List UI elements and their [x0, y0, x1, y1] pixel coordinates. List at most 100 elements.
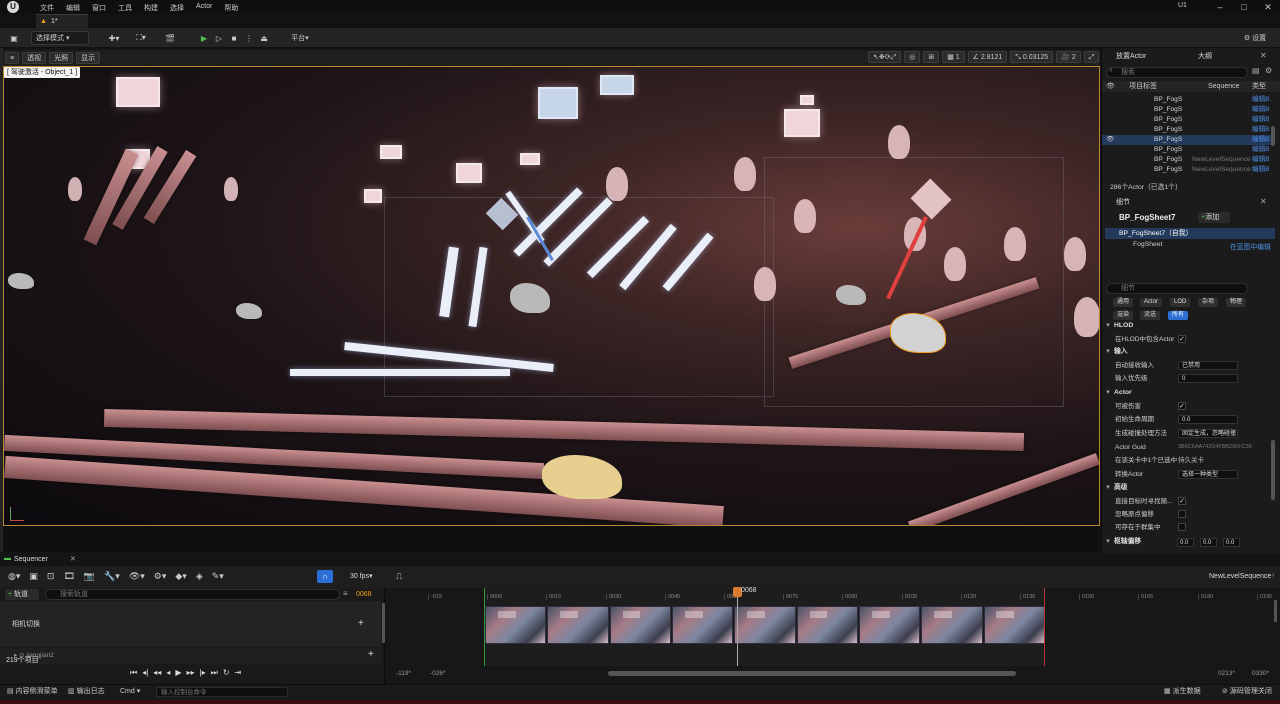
cinematics-icon[interactable]: 🎬: [160, 31, 180, 45]
column-type[interactable]: 类型: [1252, 81, 1266, 92]
viewport-menu-icon[interactable]: ≡: [5, 52, 20, 64]
menu-help[interactable]: 帮助: [218, 0, 244, 14]
list-item[interactable]: BP_FogS 编辑B: [1102, 95, 1272, 105]
view-icon[interactable]: 👁▾: [129, 571, 145, 582]
checkbox[interactable]: ✓: [1178, 402, 1186, 410]
source-control-button[interactable]: ⊘ 源码管理关闭: [1218, 686, 1272, 698]
launch-options-icon[interactable]: ⋮: [243, 31, 255, 45]
camera-speed[interactable]: 🎥 2: [1056, 51, 1081, 63]
column-label[interactable]: 项目标签: [1129, 81, 1157, 92]
light-bulb[interactable]: [888, 125, 910, 159]
play-icon[interactable]: ▶: [198, 31, 210, 45]
auto-input-dropdown[interactable]: 已禁用: [1178, 361, 1238, 370]
filter-misc[interactable]: 杂项: [1198, 298, 1219, 307]
snap-icon[interactable]: ∩: [317, 570, 333, 583]
light-bulb[interactable]: [1074, 297, 1099, 337]
eject-icon[interactable]: ⏏: [258, 31, 270, 45]
working-range-end[interactable]: 0213*: [1218, 670, 1235, 677]
playback-options-icon[interactable]: ⚙▾: [154, 571, 167, 582]
floor-beam[interactable]: [907, 453, 1099, 525]
menu-tools[interactable]: 工具: [112, 0, 138, 14]
section-advanced[interactable]: ▾ 高级: [1102, 482, 1272, 494]
platforms-dropdown[interactable]: 平台 ▾: [283, 31, 317, 45]
world-local-icon[interactable]: ◎: [904, 51, 921, 63]
playback-start-marker[interactable]: [484, 588, 485, 666]
perspective-button[interactable]: 透视: [22, 52, 47, 64]
settings-button[interactable]: ⚙ 设置: [1236, 31, 1274, 45]
scale-snap[interactable]: ⤡ 0.03125: [1010, 51, 1054, 63]
view-range-start[interactable]: -119*: [396, 670, 411, 677]
fog-sheet-actor[interactable]: [542, 455, 622, 499]
menu-build[interactable]: 构建: [138, 0, 164, 14]
lamp-panel[interactable]: [520, 153, 540, 165]
console-command-input[interactable]: 输入控制台命令: [156, 687, 288, 697]
light-bulb[interactable]: [224, 177, 238, 201]
tab-outliner[interactable]: 大纲: [1184, 51, 1212, 63]
frame-rate-dropdown[interactable]: 30 fps▾: [350, 572, 373, 580]
column-sequence[interactable]: Sequence: [1208, 81, 1240, 92]
select-mode-dropdown[interactable]: 选择模式 ▾: [31, 31, 89, 45]
convert-actor-dropdown[interactable]: 选择一种类型: [1178, 470, 1238, 479]
close-tab-icon[interactable]: ✕: [1260, 51, 1267, 60]
fog-sheet-actor[interactable]: [236, 303, 262, 319]
previous-key-icon[interactable]: ◂|: [142, 668, 148, 680]
view-range-end[interactable]: 0330*: [1252, 670, 1269, 677]
select-tool-icon[interactable]: ↖✥⟳⤢: [868, 51, 902, 63]
add-content-icon[interactable]: ✚▾: [104, 31, 124, 45]
save-icon[interactable]: ▣: [29, 571, 38, 582]
jump-to-end-icon[interactable]: ⏭: [211, 668, 218, 680]
section-hlod[interactable]: ▾ HLOD: [1102, 320, 1272, 332]
filter-physics[interactable]: 物理: [1226, 298, 1247, 307]
lamp-panel[interactable]: [380, 145, 402, 159]
derived-data-button[interactable]: ▦ 派生数据: [1160, 686, 1201, 698]
unreal-logo-icon[interactable]: U: [7, 1, 19, 13]
tab-place-actors[interactable]: 放置Actor: [1102, 51, 1146, 63]
lamp-panel[interactable]: [116, 77, 160, 107]
spawn-collision-dropdown[interactable]: 固定生成，忽略碰撞: [1178, 429, 1238, 438]
lamp-panel[interactable]: [784, 109, 820, 137]
find-icon[interactable]: ⊡: [47, 571, 55, 582]
filter-streaming[interactable]: 流送: [1140, 311, 1161, 320]
lit-button[interactable]: 光照: [49, 52, 74, 64]
filter-icon[interactable]: ≡: [343, 589, 348, 598]
autokey-icon[interactable]: ◈: [196, 571, 203, 582]
play-icon[interactable]: ▶: [175, 668, 181, 680]
component-self-row[interactable]: BP_FogSheet7（自我）: [1105, 228, 1275, 239]
pilot-active-label[interactable]: [ 驾驶激活 - Object_1 ]: [4, 67, 81, 78]
section-input[interactable]: ▾ 输入: [1102, 346, 1272, 358]
filter-all[interactable]: 所有: [1168, 311, 1189, 320]
section-actor[interactable]: ▾ Actor: [1102, 387, 1272, 399]
light-bulb[interactable]: [1004, 227, 1026, 261]
details-scrollbar[interactable]: [1271, 440, 1275, 500]
light-bulb[interactable]: [606, 167, 628, 201]
level-viewport[interactable]: [3, 66, 1100, 526]
working-range-start[interactable]: -026*: [430, 670, 446, 677]
list-item[interactable]: BP_FogS 编辑B: [1102, 145, 1272, 155]
add-track-button[interactable]: + 轨道: [5, 589, 39, 600]
list-item[interactable]: BP_FogS 编辑B: [1102, 125, 1272, 135]
lamp-panel[interactable]: [456, 163, 482, 183]
menu-actor[interactable]: Actor: [190, 0, 218, 14]
menu-window[interactable]: 窗口: [86, 0, 112, 14]
track-search-input[interactable]: 搜索轨道: [45, 589, 340, 600]
camera-icon[interactable]: 📷: [84, 571, 95, 582]
current-time-field[interactable]: 0068: [356, 589, 372, 600]
light-bulb[interactable]: [68, 177, 82, 201]
light-bulb[interactable]: [794, 199, 816, 233]
tab-details[interactable]: 细节: [1102, 197, 1130, 209]
add-icon[interactable]: +: [358, 618, 364, 629]
tree-scrollbar[interactable]: [382, 603, 385, 643]
list-item[interactable]: BP_FogS NewLevelSequence 编辑B: [1102, 165, 1272, 175]
jump-to-start-icon[interactable]: ⏮: [130, 668, 137, 680]
curve-editor-icon[interactable]: ⎍: [396, 571, 402, 582]
playback-end-marker[interactable]: [1044, 588, 1045, 666]
edit-in-blueprint-link[interactable]: 在蓝图中编辑: [1230, 241, 1271, 251]
step-forward-icon[interactable]: ▸▸: [187, 668, 195, 680]
camera-cut-track[interactable]: 相机切换 +: [0, 601, 381, 647]
grid-snap[interactable]: ▦ 1: [942, 51, 965, 63]
breadcrumb-arrow-icon[interactable]: ›: [1272, 572, 1274, 579]
timeline-v-scrollbar[interactable]: [1274, 600, 1277, 622]
initial-life-field[interactable]: 0.0: [1178, 415, 1238, 424]
light-bulb[interactable]: [1064, 237, 1086, 271]
close-tab-icon[interactable]: ✕: [70, 555, 76, 563]
